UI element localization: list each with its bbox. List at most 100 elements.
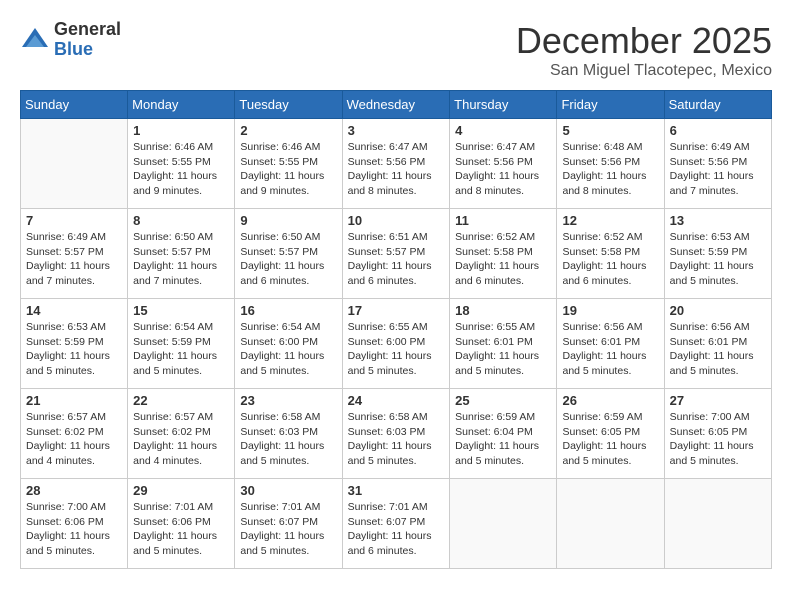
calendar-day-cell: 23 Sunrise: 6:58 AMSunset: 6:03 PMDayligh… <box>235 389 342 479</box>
day-info: Sunrise: 6:57 AMSunset: 6:02 PMDaylight:… <box>26 410 122 469</box>
calendar-day-cell: 1Sunrise: 6:46 AMSunset: 5:55 PMDaylight… <box>128 119 235 209</box>
day-number: 4 <box>455 123 551 138</box>
day-number: 27 <box>670 393 766 408</box>
calendar-day-header: Sunday <box>21 91 128 119</box>
day-info: Sunrise: 6:49 AMSunset: 5:57 PMDaylight:… <box>26 230 122 289</box>
logo-general: General <box>54 20 121 40</box>
logo-icon <box>20 25 50 55</box>
calendar-day-cell: 9 Sunrise: 6:50 AMSunset: 5:57 PMDaylight… <box>235 209 342 299</box>
calendar-day-cell: 24 Sunrise: 6:58 AMSunset: 6:03 PMDayligh… <box>342 389 450 479</box>
calendar-week-row: 21 Sunrise: 6:57 AMSunset: 6:02 PMDayligh… <box>21 389 772 479</box>
day-number: 7 <box>26 213 122 228</box>
day-number: 23 <box>240 393 336 408</box>
calendar-week-row: 1Sunrise: 6:46 AMSunset: 5:55 PMDaylight… <box>21 119 772 209</box>
calendar-day-cell: 25Sunrise: 6:59 AMSunset: 6:04 PMDayligh… <box>450 389 557 479</box>
day-info: Sunrise: 6:54 AMSunset: 5:59 PMDaylight:… <box>133 320 229 379</box>
calendar-day-cell: 4 Sunrise: 6:47 AMSunset: 5:56 PMDaylight… <box>450 119 557 209</box>
calendar-day-header: Thursday <box>450 91 557 119</box>
calendar-day-cell: 21 Sunrise: 6:57 AMSunset: 6:02 PMDayligh… <box>21 389 128 479</box>
day-number: 15 <box>133 303 229 318</box>
calendar-day-cell: 29 Sunrise: 7:01 AMSunset: 6:06 PMDayligh… <box>128 479 235 569</box>
day-number: 29 <box>133 483 229 498</box>
day-number: 24 <box>348 393 445 408</box>
calendar-day-cell: 19 Sunrise: 6:56 AMSunset: 6:01 PMDayligh… <box>557 299 664 389</box>
day-info: Sunrise: 6:50 AMSunset: 5:57 PMDaylight:… <box>240 230 336 289</box>
day-number: 25 <box>455 393 551 408</box>
calendar-day-cell: 17Sunrise: 6:55 AMSunset: 6:00 PMDayligh… <box>342 299 450 389</box>
day-info: Sunrise: 6:48 AMSunset: 5:56 PMDaylight:… <box>562 140 658 199</box>
day-info: Sunrise: 6:58 AMSunset: 6:03 PMDaylight:… <box>348 410 445 469</box>
calendar-week-row: 28Sunrise: 7:00 AMSunset: 6:06 PMDayligh… <box>21 479 772 569</box>
day-info: Sunrise: 6:47 AMSunset: 5:56 PMDaylight:… <box>455 140 551 199</box>
day-info: Sunrise: 6:53 AMSunset: 5:59 PMDaylight:… <box>670 230 766 289</box>
calendar-day-cell: 15 Sunrise: 6:54 AMSunset: 5:59 PMDayligh… <box>128 299 235 389</box>
calendar-header-row: SundayMondayTuesdayWednesdayThursdayFrid… <box>21 91 772 119</box>
calendar-day-cell: 2Sunrise: 6:46 AMSunset: 5:55 PMDaylight… <box>235 119 342 209</box>
calendar-body: 1Sunrise: 6:46 AMSunset: 5:55 PMDaylight… <box>21 119 772 569</box>
calendar-day-cell <box>450 479 557 569</box>
calendar-table: SundayMondayTuesdayWednesdayThursdayFrid… <box>20 90 772 569</box>
day-number: 20 <box>670 303 766 318</box>
calendar-day-cell: 31Sunrise: 7:01 AMSunset: 6:07 PMDayligh… <box>342 479 450 569</box>
calendar-day-cell: 16Sunrise: 6:54 AMSunset: 6:00 PMDayligh… <box>235 299 342 389</box>
day-number: 3 <box>348 123 445 138</box>
calendar-day-cell: 27 Sunrise: 7:00 AMSunset: 6:05 PMDayligh… <box>664 389 771 479</box>
calendar-day-cell: 5Sunrise: 6:48 AMSunset: 5:56 PMDaylight… <box>557 119 664 209</box>
day-number: 28 <box>26 483 122 498</box>
calendar-week-row: 14 Sunrise: 6:53 AMSunset: 5:59 PMDayligh… <box>21 299 772 389</box>
title-block: December 2025 San Miguel Tlacotepec, Mex… <box>516 20 772 80</box>
day-number: 18 <box>455 303 551 318</box>
day-info: Sunrise: 6:56 AMSunset: 6:01 PMDaylight:… <box>670 320 766 379</box>
calendar-day-cell: 8Sunrise: 6:50 AMSunset: 5:57 PMDaylight… <box>128 209 235 299</box>
calendar-day-cell: 28Sunrise: 7:00 AMSunset: 6:06 PMDayligh… <box>21 479 128 569</box>
day-info: Sunrise: 7:01 AMSunset: 6:07 PMDaylight:… <box>348 500 445 559</box>
day-info: Sunrise: 6:52 AMSunset: 5:58 PMDaylight:… <box>455 230 551 289</box>
calendar-day-cell: 20 Sunrise: 6:56 AMSunset: 6:01 PMDayligh… <box>664 299 771 389</box>
day-info: Sunrise: 6:51 AMSunset: 5:57 PMDaylight:… <box>348 230 445 289</box>
calendar-day-cell: 13 Sunrise: 6:53 AMSunset: 5:59 PMDayligh… <box>664 209 771 299</box>
calendar-day-header: Wednesday <box>342 91 450 119</box>
day-number: 21 <box>26 393 122 408</box>
month-title: December 2025 <box>516 20 772 62</box>
logo: General Blue <box>20 20 121 60</box>
logo-blue: Blue <box>54 40 121 60</box>
day-number: 12 <box>562 213 658 228</box>
day-info: Sunrise: 7:01 AMSunset: 6:06 PMDaylight:… <box>133 500 229 559</box>
calendar-day-cell: 22Sunrise: 6:57 AMSunset: 6:02 PMDayligh… <box>128 389 235 479</box>
day-number: 22 <box>133 393 229 408</box>
day-number: 16 <box>240 303 336 318</box>
day-info: Sunrise: 6:50 AMSunset: 5:57 PMDaylight:… <box>133 230 229 289</box>
day-number: 14 <box>26 303 122 318</box>
day-info: Sunrise: 6:46 AMSunset: 5:55 PMDaylight:… <box>240 140 336 199</box>
calendar-day-cell: 18 Sunrise: 6:55 AMSunset: 6:01 PMDayligh… <box>450 299 557 389</box>
day-info: Sunrise: 6:49 AMSunset: 5:56 PMDaylight:… <box>670 140 766 199</box>
day-info: Sunrise: 6:58 AMSunset: 6:03 PMDaylight:… <box>240 410 336 469</box>
logo-text: General Blue <box>54 20 121 60</box>
day-info: Sunrise: 6:46 AMSunset: 5:55 PMDaylight:… <box>133 140 229 199</box>
calendar-day-cell: 7 Sunrise: 6:49 AMSunset: 5:57 PMDaylight… <box>21 209 128 299</box>
page-header: General Blue December 2025 San Miguel Tl… <box>20 20 772 80</box>
day-info: Sunrise: 6:55 AMSunset: 6:00 PMDaylight:… <box>348 320 445 379</box>
day-info: Sunrise: 6:56 AMSunset: 6:01 PMDaylight:… <box>562 320 658 379</box>
day-number: 19 <box>562 303 658 318</box>
calendar-day-cell <box>664 479 771 569</box>
calendar-day-header: Tuesday <box>235 91 342 119</box>
day-info: Sunrise: 6:52 AMSunset: 5:58 PMDaylight:… <box>562 230 658 289</box>
day-info: Sunrise: 7:00 AMSunset: 6:05 PMDaylight:… <box>670 410 766 469</box>
calendar-day-cell: 10 Sunrise: 6:51 AMSunset: 5:57 PMDayligh… <box>342 209 450 299</box>
day-number: 10 <box>348 213 445 228</box>
calendar-day-cell: 11 Sunrise: 6:52 AMSunset: 5:58 PMDayligh… <box>450 209 557 299</box>
day-number: 9 <box>240 213 336 228</box>
day-info: Sunrise: 7:01 AMSunset: 6:07 PMDaylight:… <box>240 500 336 559</box>
day-number: 13 <box>670 213 766 228</box>
calendar-week-row: 7 Sunrise: 6:49 AMSunset: 5:57 PMDaylight… <box>21 209 772 299</box>
calendar-day-header: Friday <box>557 91 664 119</box>
day-info: Sunrise: 6:53 AMSunset: 5:59 PMDaylight:… <box>26 320 122 379</box>
calendar-day-cell: 6 Sunrise: 6:49 AMSunset: 5:56 PMDaylight… <box>664 119 771 209</box>
calendar-day-cell: 14 Sunrise: 6:53 AMSunset: 5:59 PMDayligh… <box>21 299 128 389</box>
day-info: Sunrise: 6:55 AMSunset: 6:01 PMDaylight:… <box>455 320 551 379</box>
day-number: 6 <box>670 123 766 138</box>
day-info: Sunrise: 6:59 AMSunset: 6:05 PMDaylight:… <box>562 410 658 469</box>
day-number: 11 <box>455 213 551 228</box>
day-number: 30 <box>240 483 336 498</box>
